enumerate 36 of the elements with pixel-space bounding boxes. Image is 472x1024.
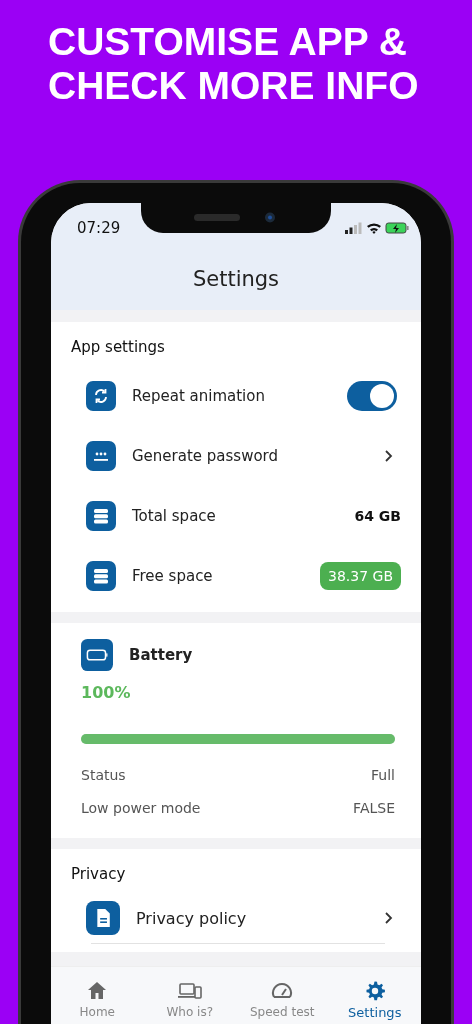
chevron-icon — [383, 911, 393, 925]
row-label: Repeat animation — [132, 387, 265, 405]
wifi-icon — [367, 223, 381, 234]
row-label: Free space — [132, 567, 213, 585]
info-value: FALSE — [353, 799, 395, 816]
row-value: 64 GB — [354, 508, 401, 524]
section-title: Privacy — [71, 865, 127, 883]
tab-item[interactable]: Settings — [328, 967, 421, 1024]
row-label: Privacy policy — [136, 908, 247, 928]
section-title: App settings — [71, 338, 166, 356]
settings-row[interactable]: Generate password — [71, 426, 401, 486]
space-badge: 38.37 GB — [320, 562, 401, 590]
storage-icon — [86, 501, 116, 531]
password-icon — [86, 441, 116, 471]
settings-row[interactable]: Repeat animation — [71, 366, 401, 426]
battery-icon — [81, 639, 113, 671]
screen-title: Settings — [191, 267, 281, 291]
info-label: Status — [81, 766, 126, 783]
info-label: Low power mode — [81, 799, 201, 816]
info-value: Full — [371, 766, 395, 783]
settings-row[interactable]: Total space 64 GB — [71, 486, 401, 546]
storage-icon — [86, 561, 116, 591]
signal-icon — [345, 222, 362, 234]
toggle-switch[interactable] — [347, 381, 397, 411]
row-label: Total space — [132, 507, 216, 525]
status-time: 07:29 — [77, 219, 121, 237]
row-label: Generate password — [132, 447, 279, 465]
battery-percent: 100% — [81, 683, 132, 702]
chevron-icon — [383, 449, 393, 463]
battery-title: Battery — [129, 646, 193, 664]
settings-row[interactable]: Privacy policy — [71, 893, 401, 943]
tab-item[interactable]: Home — [51, 967, 144, 1024]
headline: CUSTOMISE APP & CHECK MORE INFO — [48, 20, 420, 108]
document-icon — [86, 901, 120, 935]
sync-icon — [86, 381, 116, 411]
settings-row[interactable]: Free space 38.37 GB — [71, 546, 401, 606]
